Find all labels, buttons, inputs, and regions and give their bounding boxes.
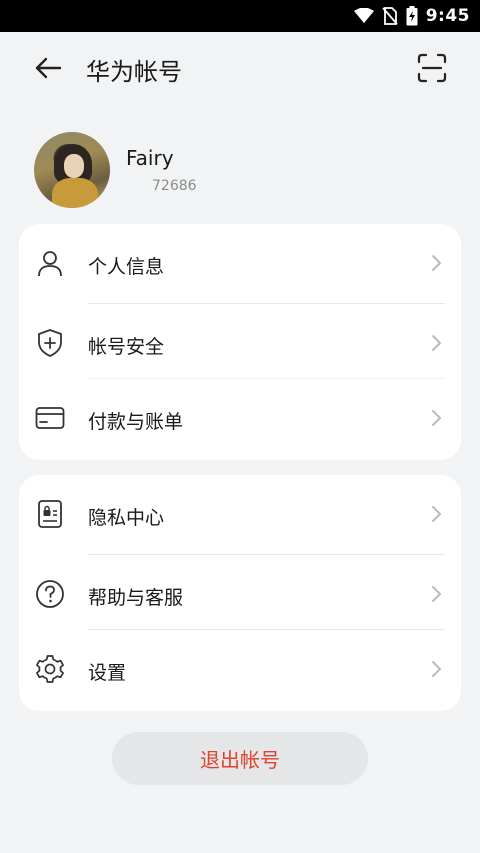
chevron-right-icon [431,409,443,427]
person-icon [35,248,65,278]
shield-icon [35,328,65,358]
chevron-right-icon [431,334,443,352]
menu-item-label: 隐私中心 [88,507,165,529]
logout-label: 退出帐号 [200,748,280,772]
no-sim-icon [382,7,398,25]
menu-item-label: 付款与账单 [88,411,184,433]
profile-name: Fairy [126,146,174,170]
menu-item-help-support[interactable]: 帮助与客服 [19,555,461,630]
menu-item-privacy-center[interactable]: 隐私中心 [19,475,461,550]
menu-item-label: 帐号安全 [88,336,165,358]
menu-item-account-security[interactable]: 帐号安全 [19,304,461,379]
app-header: 华为帐号 [0,32,480,108]
menu-item-settings[interactable]: 设置 [19,630,461,705]
privacy-icon [35,499,65,529]
menu-item-personal-info[interactable]: 个人信息 [19,224,461,299]
menu-card-support: 隐私中心 帮助与客服 设置 [19,475,461,711]
gear-icon [35,654,65,684]
menu-item-payment-billing[interactable]: 付款与账单 [19,379,461,454]
help-icon [35,579,65,609]
back-button[interactable] [28,54,68,86]
chevron-right-icon [431,660,443,678]
scan-button[interactable] [414,52,450,88]
account-id: 72686 [152,178,197,194]
card-icon [35,403,65,433]
status-bar: 9:45 [0,0,480,32]
chevron-right-icon [431,254,443,272]
page-title: 华为帐号 [86,58,182,86]
logout-button[interactable]: 退出帐号 [112,732,368,785]
menu-item-label: 帮助与客服 [88,587,184,609]
battery-charging-icon [406,6,418,26]
profile-section[interactable]: Fairy 72686 [34,132,454,210]
chevron-right-icon [431,585,443,603]
chevron-right-icon [431,505,443,523]
avatar[interactable] [34,132,110,208]
back-arrow-icon [34,56,62,84]
status-time: 9:45 [425,6,470,26]
menu-item-label: 个人信息 [88,256,165,278]
menu-card-account: 个人信息 帐号安全 付款与账单 [19,224,461,460]
menu-item-label: 设置 [88,662,127,684]
scan-icon [417,53,447,87]
wifi-icon [353,8,374,24]
